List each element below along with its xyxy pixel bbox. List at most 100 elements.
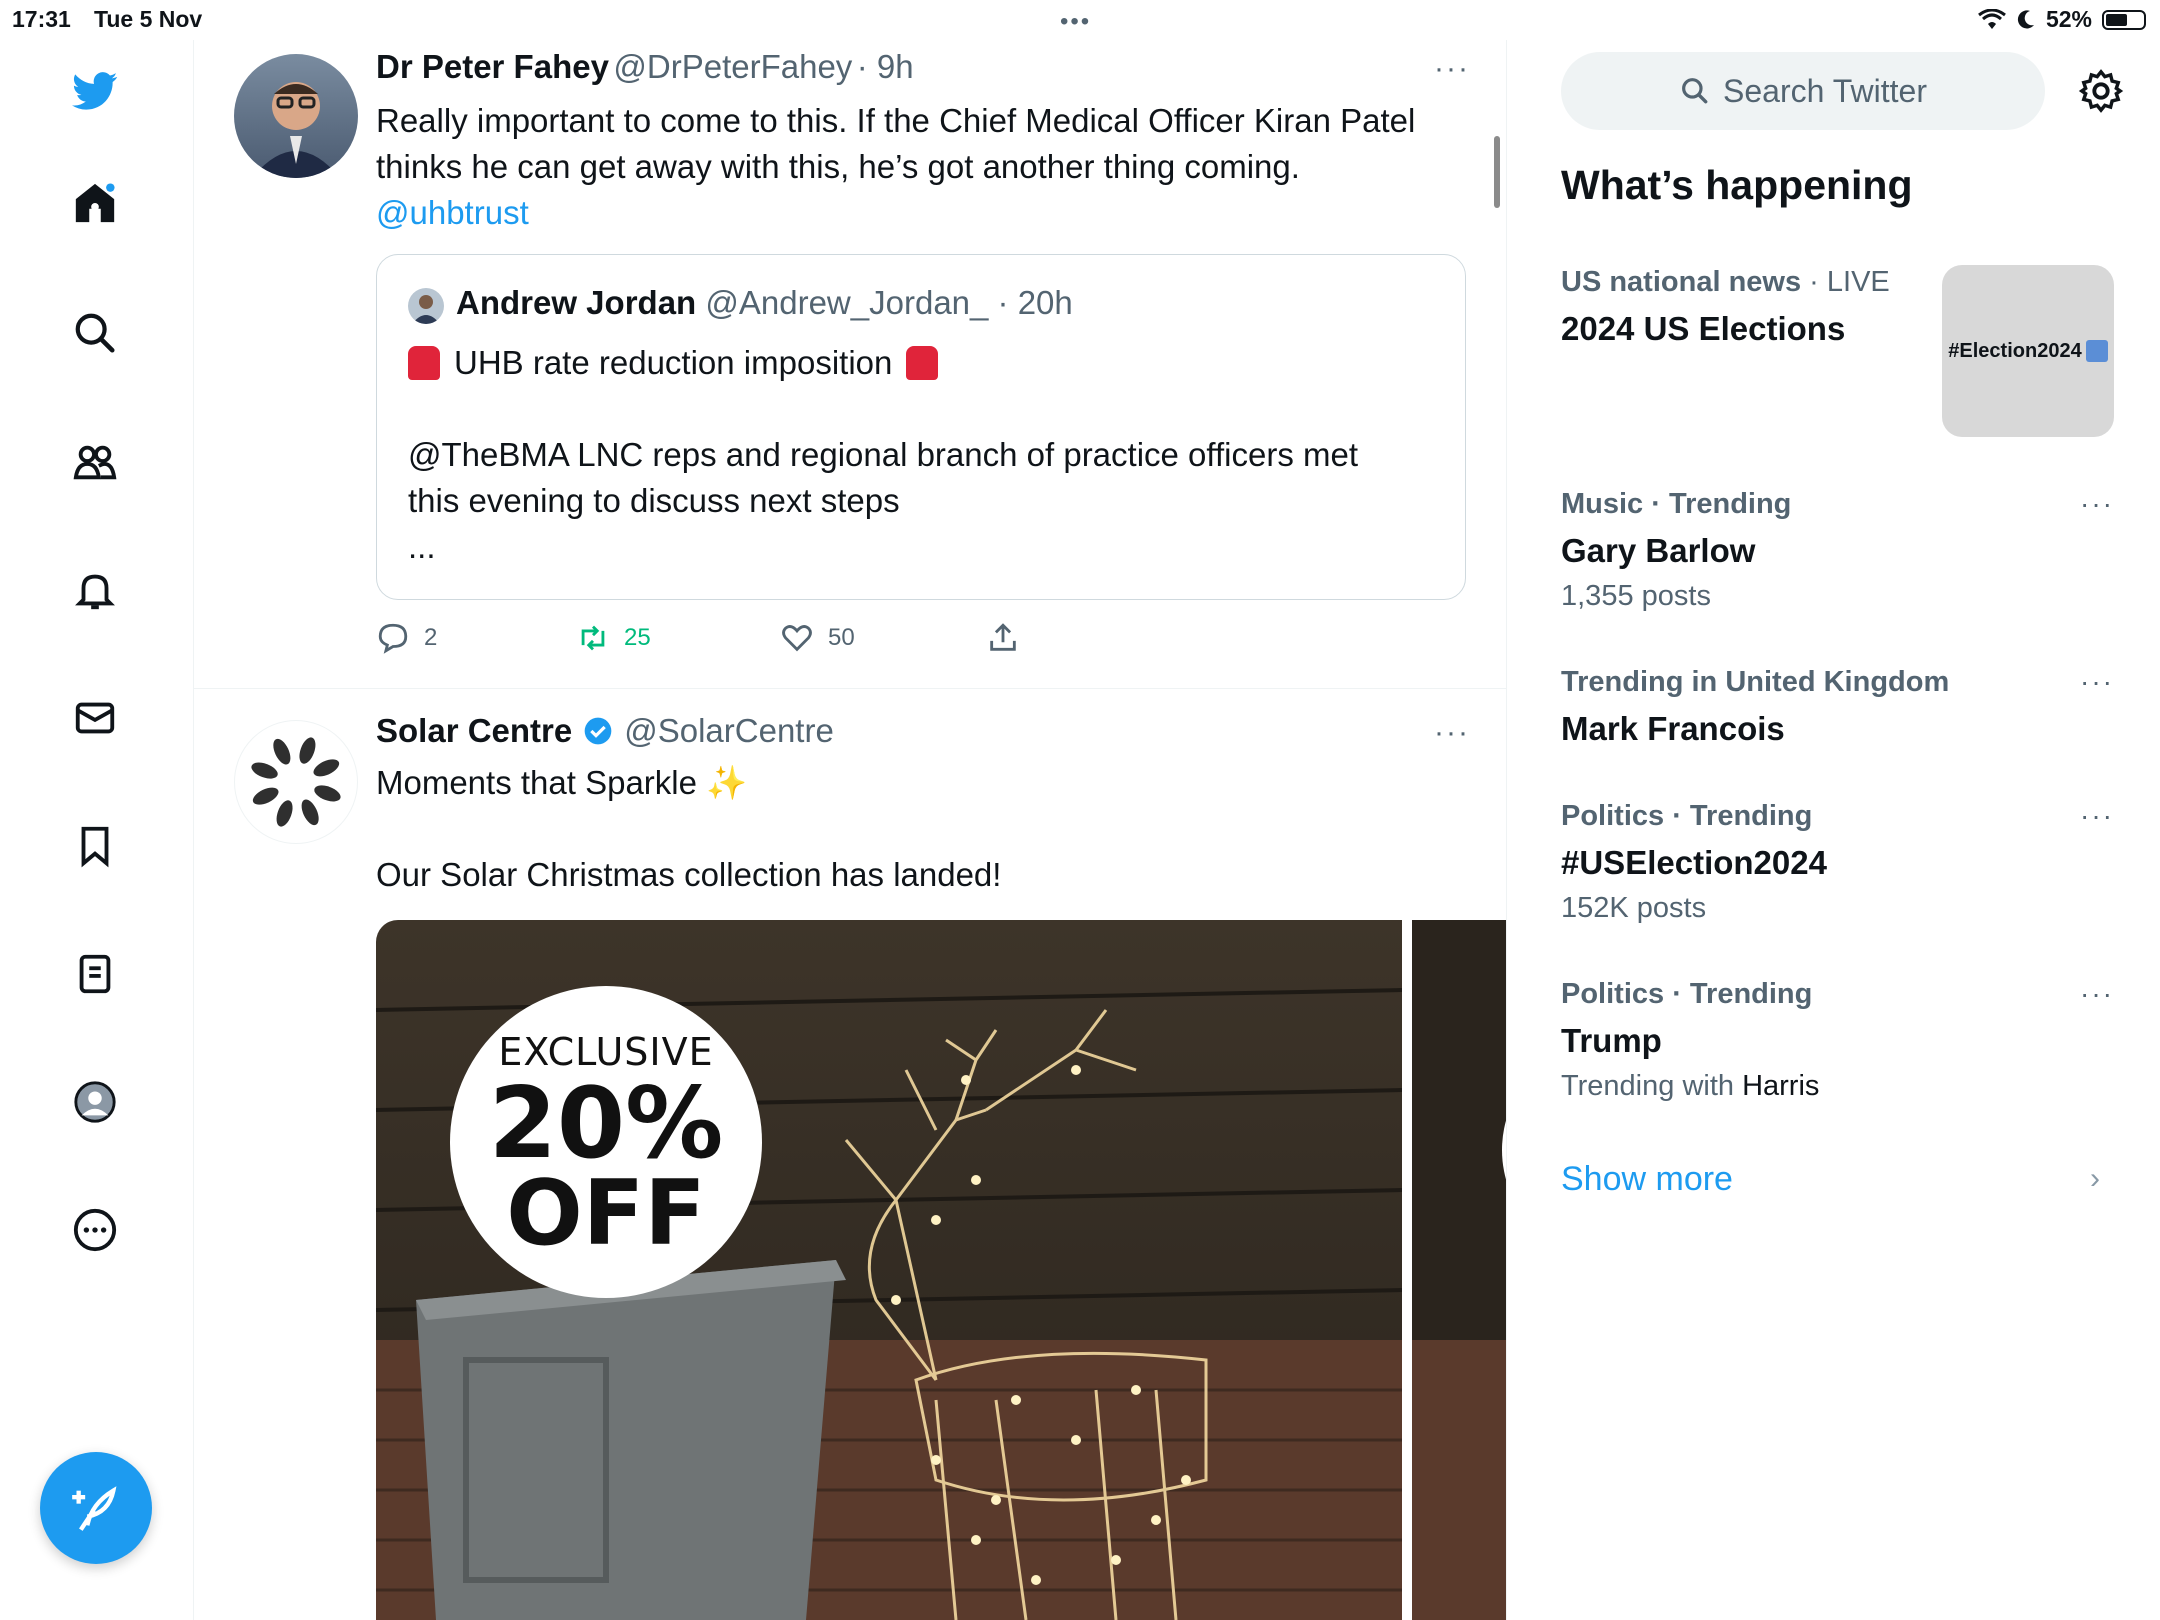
nav-more[interactable] — [62, 1197, 128, 1263]
siren-emoji-icon — [408, 346, 440, 380]
siren-emoji-icon — [906, 346, 939, 380]
quote-header: Andrew Jordan @Andrew_Jordan_ · 20h — [456, 284, 1073, 322]
featured-live-label: · LIVE — [1809, 266, 1890, 298]
trend-more-icon[interactable]: ··· — [2080, 800, 2114, 832]
tweet-text-line: Our Solar Christmas collection has lande… — [376, 856, 1002, 893]
like-count: 50 — [828, 624, 855, 651]
twitter-logo-icon[interactable] — [62, 58, 128, 124]
tweet-actions: 2 25 50 — [376, 618, 1076, 658]
tweet-media-image-2[interactable] — [1412, 920, 1506, 1620]
tweet-media-image[interactable]: EXCLUSIVE 20% OFF — [376, 920, 1402, 1620]
quote-author-name: Andrew Jordan — [456, 284, 697, 321]
search-icon — [75, 313, 115, 353]
nav-bookmarks[interactable] — [62, 813, 128, 879]
trend-meta: Music · Trending — [1561, 488, 1792, 520]
avatar-andrew-jordan — [408, 288, 444, 324]
multitasking-dots-icon[interactable]: ••• — [1060, 8, 1091, 36]
tweet-author-name[interactable]: Dr Peter Fahey — [376, 48, 609, 85]
battery-percent: 52% — [2045, 6, 2092, 32]
show-more-link[interactable]: Show more — [1561, 1160, 1733, 1199]
chevron-right-icon[interactable]: › — [2090, 1162, 2100, 1196]
promo-line-3: OFF — [506, 1161, 706, 1266]
tweet-author-handle[interactable]: @DrPeterFahey — [613, 48, 852, 85]
status-bar: 17:31 Tue 5 Nov ••• 52% — [0, 0, 2160, 40]
nav-home[interactable] — [62, 170, 128, 236]
tweet-time[interactable]: · 9h — [857, 48, 914, 85]
trend-title[interactable]: Mark Francois — [1561, 710, 1785, 748]
sparkles-emoji-icon: ✨ — [706, 764, 748, 801]
search-placeholder: Search Twitter — [1723, 72, 1927, 109]
trend-related-link[interactable]: Harris — [1742, 1070, 1819, 1102]
retweet-count: 25 — [624, 624, 651, 651]
tweet-1-header: Dr Peter Fahey @DrPeterFahey · 9h — [376, 48, 914, 86]
quote-author-handle: @Andrew_Jordan_ — [705, 284, 989, 321]
trend-post-count: 152K posts — [1561, 892, 1707, 924]
trend-title[interactable]: Trump — [1561, 1022, 1662, 1060]
reply-button[interactable]: 2 — [376, 618, 437, 658]
tweet-more-icon[interactable]: ··· — [1434, 716, 1470, 750]
nav-messages[interactable] — [62, 685, 128, 751]
more-circle-icon — [73, 1208, 117, 1252]
trend-meta: Politics · Trending — [1561, 978, 1813, 1010]
avatar-peter-fahey[interactable] — [234, 54, 358, 178]
profile-avatar-icon — [74, 1081, 116, 1123]
quote-ellipsis: ... — [408, 528, 436, 565]
trend-more-icon[interactable]: ··· — [2080, 666, 2114, 698]
wifi-icon — [1978, 8, 2006, 29]
search-icon — [1682, 78, 1708, 104]
tweet-divider — [194, 688, 1506, 689]
quote-title-row: UHB rate reduction imposition — [408, 340, 1448, 386]
ballot-box-emoji-icon — [2085, 340, 2108, 362]
share-icon — [990, 623, 1016, 651]
tweet-mention-link[interactable]: @uhbtrust — [376, 190, 1486, 236]
status-time: 17:31 — [12, 6, 71, 32]
promo-badge: EXCLUSIVE 20% OFF — [450, 1030, 762, 1266]
timeline-scrollbar[interactable] — [1494, 136, 1500, 208]
featured-trend-title[interactable]: 2024 US Elections — [1561, 310, 1845, 348]
verified-badge-icon — [584, 717, 612, 745]
communities-icon — [73, 445, 117, 480]
nav-notifications[interactable] — [62, 557, 128, 623]
compose-tweet-button[interactable] — [40, 1452, 152, 1564]
share-button[interactable] — [986, 618, 1020, 658]
gear-icon[interactable] — [2078, 68, 2124, 114]
trend-title[interactable]: #USElection2024 — [1561, 844, 1827, 882]
compose-feather-icon — [72, 1486, 117, 1531]
nav-lists[interactable] — [62, 941, 128, 1007]
heart-icon — [782, 625, 812, 652]
bookmark-icon — [81, 826, 109, 868]
retweet-button[interactable]: 25 — [576, 618, 651, 658]
tweet-more-icon[interactable]: ··· — [1434, 52, 1470, 86]
trend-meta: Politics · Trending — [1561, 800, 1813, 832]
status-right: 52% — [1978, 6, 2146, 33]
moon-icon — [2017, 9, 2034, 28]
mail-icon — [75, 702, 115, 734]
status-date: Tue 5 Nov — [94, 6, 203, 32]
tweet-text-line: Moments that Sparkle ✨ — [376, 760, 1486, 806]
trend-more-icon[interactable]: ··· — [2080, 978, 2114, 1010]
tweet-author-handle[interactable]: @SolarCentre — [624, 712, 834, 750]
tweet-1-text: Really important to come to this. If the… — [376, 98, 1486, 236]
tweet-text-line: thinks he can get away with this, he’s g… — [376, 148, 1300, 185]
nav-explore[interactable] — [62, 300, 128, 366]
tweet-author-name[interactable]: Solar Centre — [376, 712, 572, 750]
tweet-text-line: Really important to come to this. If the… — [376, 102, 1416, 139]
battery-icon — [2102, 9, 2146, 30]
trend-more-icon[interactable]: ··· — [2080, 488, 2114, 520]
trend-meta: Trending in United Kingdom — [1561, 666, 1950, 698]
featured-trend-meta[interactable]: US national news · LIVE — [1561, 266, 1890, 299]
avatar-solar-centre[interactable] — [234, 720, 358, 844]
trend-related: Trending with Harris — [1561, 1070, 1819, 1103]
trend-title[interactable]: Gary Barlow — [1561, 532, 1755, 570]
quote-title: UHB rate reduction imposition — [454, 344, 893, 381]
quote-text-line: this evening to discuss next steps — [408, 482, 900, 519]
tweet-text-sparkle-line: Moments that Sparkle — [376, 764, 697, 801]
election-thumbnail[interactable]: #Election2024 — [1942, 265, 2114, 437]
quote-text: UHB rate reduction imposition @TheBMA LN… — [408, 340, 1448, 570]
nav-profile[interactable] — [62, 1069, 128, 1135]
like-button[interactable]: 50 — [780, 618, 855, 658]
tweet-2-text: Moments that Sparkle ✨ Our Solar Christm… — [376, 760, 1486, 898]
nav-communities[interactable] — [62, 429, 128, 495]
search-box[interactable]: Search Twitter — [1561, 52, 2045, 130]
reply-icon — [378, 623, 408, 654]
